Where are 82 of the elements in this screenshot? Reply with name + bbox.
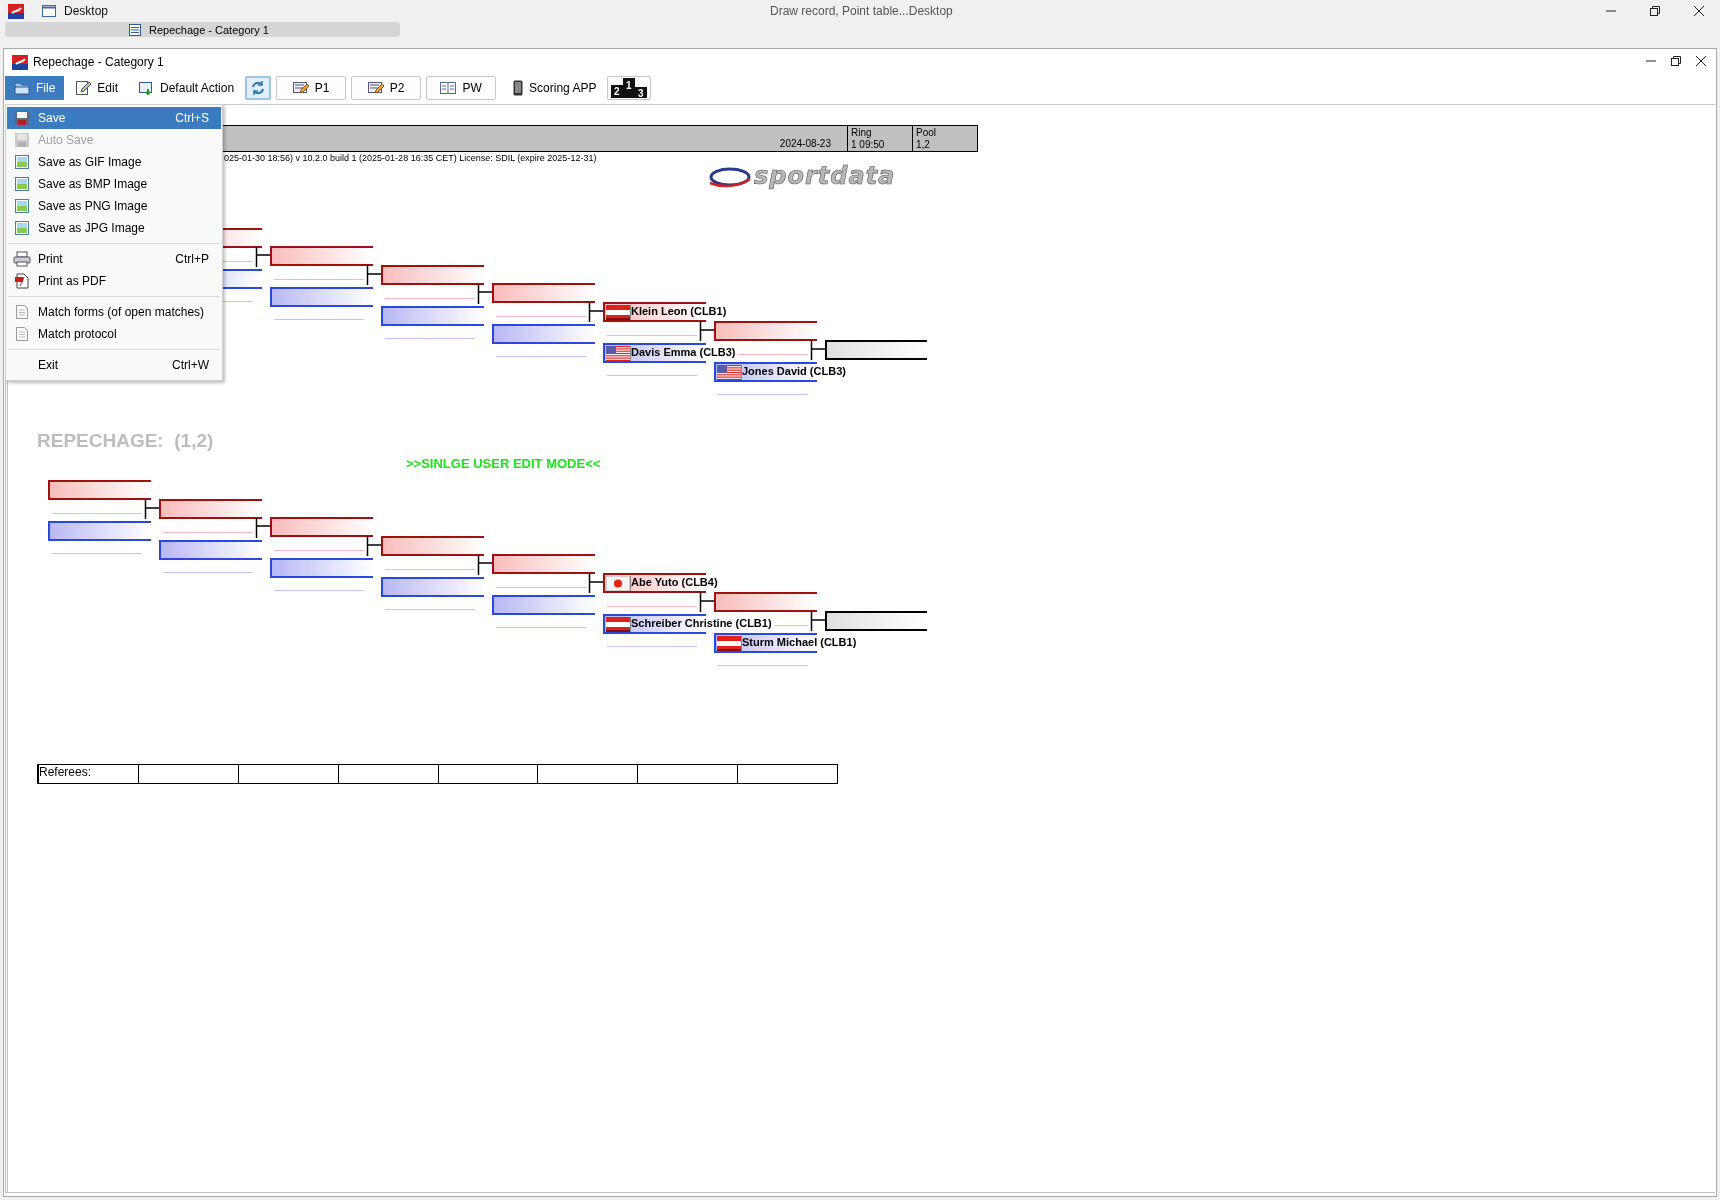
window-title: Draw record, Point table...Desktop [770,4,953,18]
austria-flag-icon [717,635,741,651]
connector-line [144,499,162,520]
competitor-name: Jones David (CLB3) [742,365,848,377]
toolbar-button[interactable] [245,76,272,100]
phone-icon [513,80,524,96]
document-icon [15,326,29,342]
close-icon[interactable] [1696,56,1706,66]
pool-value: 1,2 [916,139,931,150]
menu-item[interactable]: Save as BMP Image [7,173,221,195]
menu-button[interactable]: Scoring APP [504,76,606,100]
menu-item[interactable]: Save as JPG Image [7,217,221,239]
image-icon [14,154,30,170]
austria-flag-icon [606,304,630,320]
desktop-label: Desktop [64,4,109,18]
menu-item[interactable]: Print as PDF [7,270,221,292]
toolbar-button[interactable]: P1 [276,76,347,100]
restore-icon[interactable] [1671,56,1681,66]
connector-line [366,536,384,557]
connector-line [255,518,273,539]
pencil-document-icon [75,80,92,96]
toolbar-button[interactable]: P2 [351,76,422,100]
connector-line [588,302,606,323]
refresh-icon [250,80,267,96]
list-icon [129,23,141,36]
menu-item[interactable]: Save Ctrl+S [7,107,221,129]
window-icon [42,5,56,17]
menu-button[interactable]: File [5,76,65,100]
connector-line [477,284,495,305]
competitor-name: Sturm Michael (CLB1) [742,636,859,648]
pdf-document-icon [14,273,30,289]
pool-label: Pool [916,127,937,138]
menu-item[interactable]: Save as PNG Image [7,195,221,217]
competitor-name: Davis Emma (CLB3) [631,346,738,358]
connector-line [810,340,828,361]
printer-icon [13,251,31,267]
app-logo-icon [8,3,24,19]
pencil-notes-icon [367,81,384,95]
ring-label: Ring [851,127,873,138]
section-title: REPECHAGE: (1,2) [37,430,215,452]
connector-line [255,247,273,268]
app-logo-icon [12,54,28,70]
image-icon [14,176,30,192]
ring-value: 1 09:50 [851,139,886,150]
austria-flag-icon [606,616,630,632]
restore-icon[interactable] [1650,6,1660,16]
connector-line [699,592,717,613]
competitor-name: Klein Leon (CLB1) [631,305,729,317]
image-icon [14,220,30,236]
folder-icon [14,81,30,95]
menu-item[interactable]: Save as GIF Image [7,151,221,173]
close-icon[interactable] [1694,6,1704,16]
document-tab[interactable]: Repechage - Category 1 [5,22,400,37]
menu-button[interactable]: Default Action [129,76,244,100]
toolbar-button[interactable]: PW [426,76,497,100]
window-title: Repechage - Category 1 [33,55,164,69]
menu-item[interactable]: Match forms (of open matches) [7,301,221,323]
menu-item[interactable]: Exit Ctrl+W [7,354,221,376]
columns-icon [440,81,457,95]
connector-line [699,321,717,342]
connector-line [810,611,828,632]
menu-item[interactable]: Match protocol [7,323,221,345]
version-text: 025-01-30 18:56) v 10.2.0 build 1 (2025-01-28 16:35 CET) License: SDIL (expire 2025-12-31) [224,153,598,164]
sportdata-logo: sportdata [708,164,908,190]
japan-flag-icon [606,575,630,591]
connector-line [588,573,606,594]
connector-line [366,265,384,286]
competitor-name: Schreiber Christine (CLB1) [631,617,774,629]
document-icon [15,304,29,320]
menu-item[interactable]: Print Ctrl+P [7,248,221,270]
usa-flag-icon [717,364,741,380]
mode-notice: >>SINLGE USER EDIT MODE<< [406,456,601,471]
pencil-notes-icon [292,81,309,95]
floppy-icon [14,132,30,148]
menu-button[interactable]: Edit [66,76,128,100]
header-cell: Referees: [38,765,138,783]
usa-flag-icon [606,345,630,361]
match-date: 2024-08-23 [779,138,831,149]
floppy-icon [14,110,30,126]
image-icon [14,198,30,214]
competitor-name: Abe Yuto (CLB4) [631,576,720,588]
connector-line [477,555,495,576]
